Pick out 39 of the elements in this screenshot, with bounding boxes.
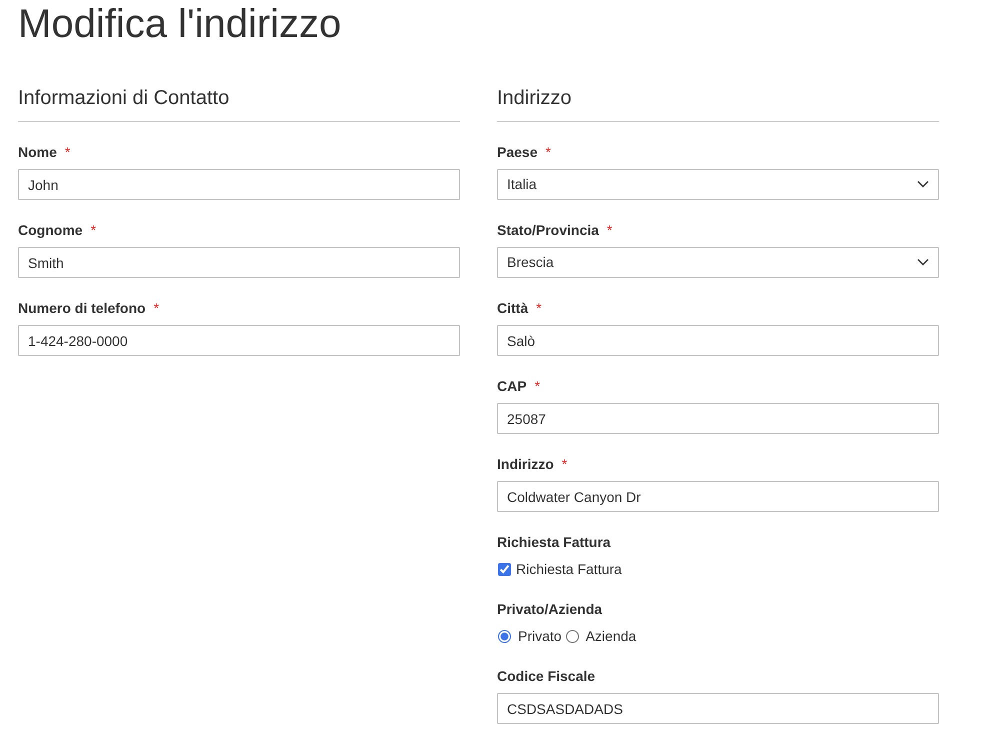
radio-label: Privato	[518, 627, 562, 646]
input-field[interactable]: 25087	[497, 403, 939, 434]
input-field[interactable]: Salò	[497, 325, 939, 356]
checkbox[interactable]	[498, 562, 511, 576]
field-label: Cognome	[18, 221, 83, 240]
required-mark: *	[545, 143, 551, 162]
chevron-icon	[917, 258, 929, 266]
required-mark: *	[606, 221, 612, 240]
field-label: Indirizzo	[497, 455, 554, 474]
required-mark: *	[64, 143, 70, 162]
required-mark: *	[536, 299, 542, 318]
field-label: CAP	[497, 377, 527, 396]
field-label: Richiesta Fattura	[497, 533, 611, 552]
field-label: Privato/Azienda	[497, 600, 602, 619]
required-mark: *	[562, 455, 568, 474]
required-mark: *	[534, 377, 540, 396]
input-field[interactable]: Coldwater Canyon Dr	[497, 481, 939, 512]
input-field[interactable]: 1-424-280-0000	[18, 325, 460, 356]
field-label: Nome	[18, 143, 57, 162]
chevron-icon	[917, 180, 929, 188]
radio-label: Azienda	[586, 627, 636, 646]
field-label: Numero di telefono	[18, 299, 146, 318]
required-mark: *	[154, 299, 160, 318]
checkbox-label: Richiesta Fattura	[516, 560, 622, 579]
radio-button[interactable]	[498, 630, 511, 642]
radio-button[interactable]	[566, 630, 579, 642]
field-label: Paese	[497, 143, 538, 162]
section-heading: Indirizzo	[497, 86, 939, 122]
input-field[interactable]: CSDSASDADADS	[497, 693, 939, 724]
field-label: Codice Fiscale	[497, 667, 596, 686]
section-heading: Informazioni di Contatto	[18, 86, 460, 122]
page-title: Modifica l'indirizzo	[18, 1, 342, 48]
input-field[interactable]: Smith	[18, 247, 460, 278]
required-mark: *	[90, 221, 96, 240]
input-field[interactable]: John	[18, 169, 460, 200]
dropdown[interactable]: Italia	[497, 169, 939, 200]
field-label: Città	[497, 299, 528, 318]
field-label: Stato/Provincia	[497, 221, 599, 240]
dropdown[interactable]: Brescia	[497, 247, 939, 278]
